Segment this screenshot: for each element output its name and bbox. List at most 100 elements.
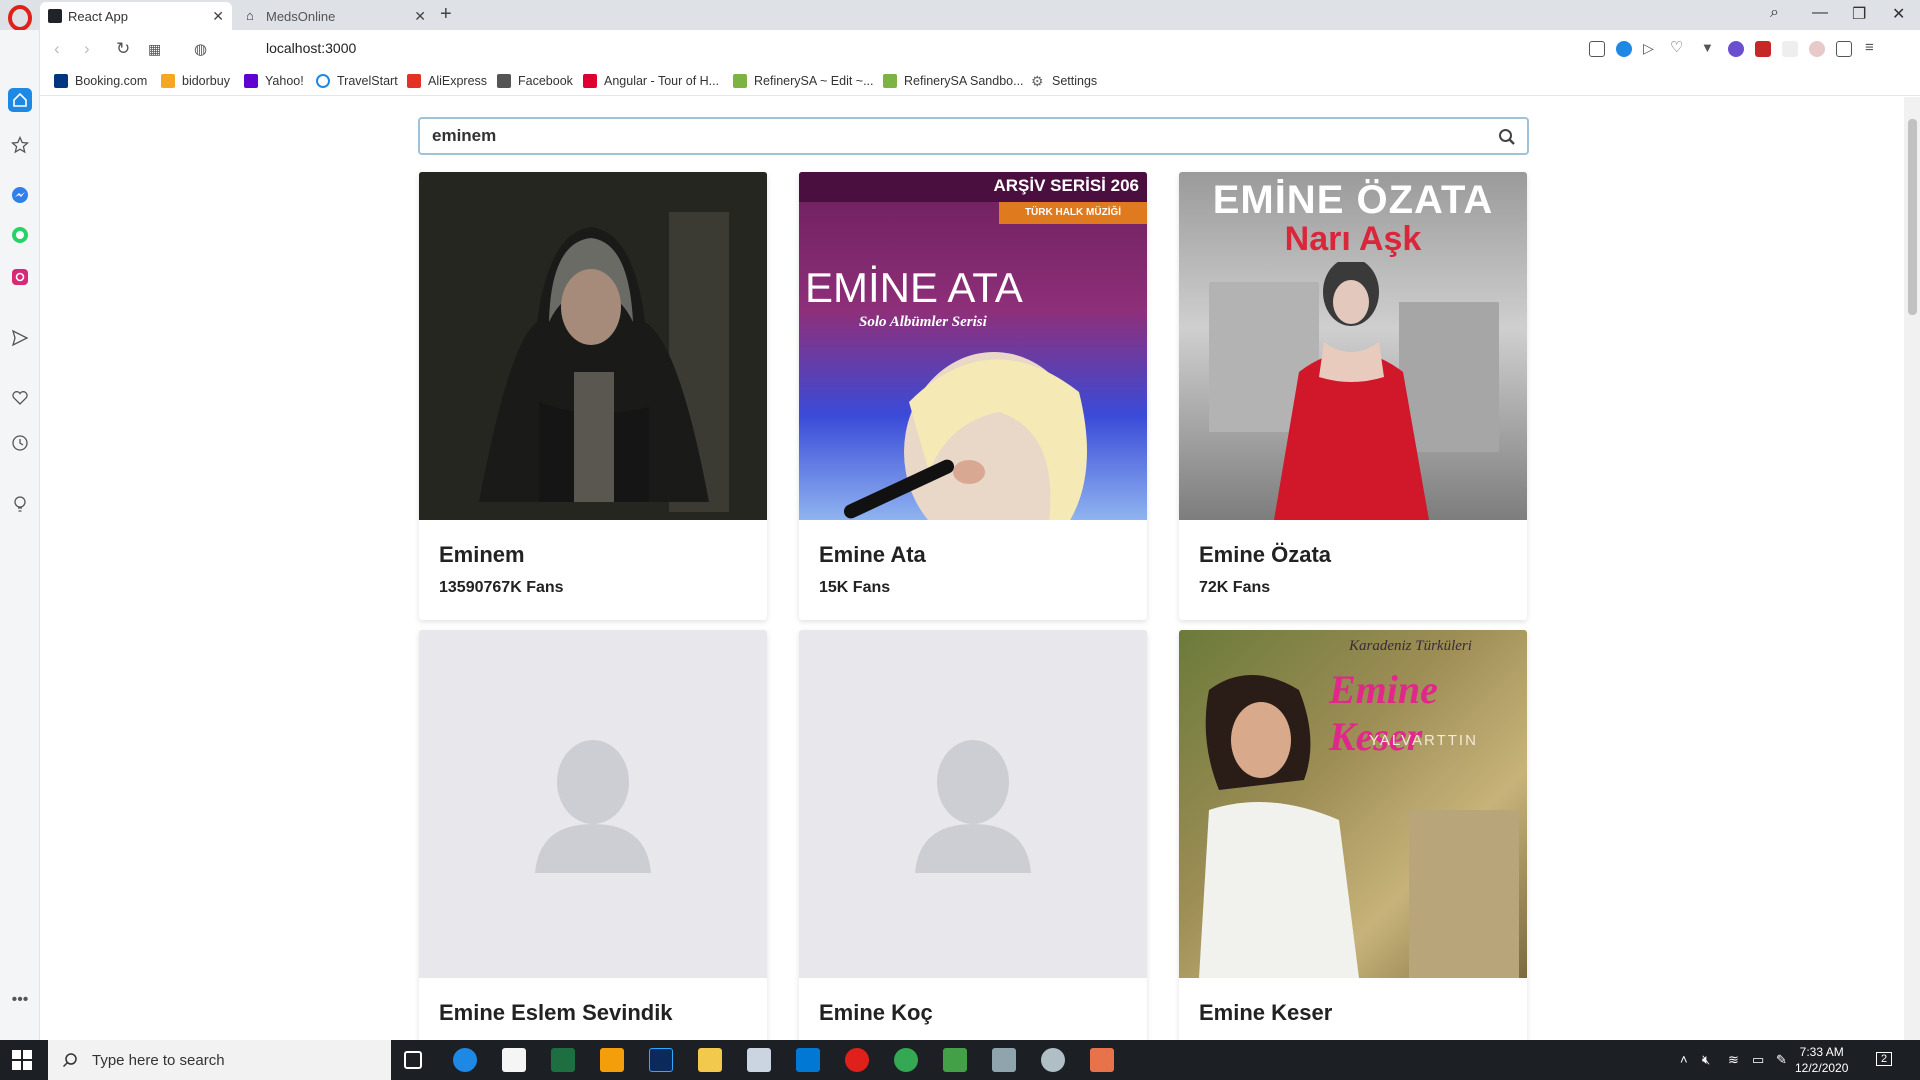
- photoshop-icon[interactable]: [649, 1048, 673, 1072]
- app-orange-icon[interactable]: [600, 1048, 624, 1072]
- wifi-icon[interactable]: ≋: [1728, 1052, 1739, 1068]
- bidorbuy-icon: [161, 74, 175, 88]
- store-icon[interactable]: [502, 1048, 526, 1072]
- vpn-icon[interactable]: [1616, 41, 1632, 57]
- vscode-icon[interactable]: [796, 1048, 820, 1072]
- battery-icon[interactable]: ▭: [1752, 1052, 1764, 1068]
- artist-name: Eminem: [439, 542, 525, 567]
- tab-search-icon[interactable]: ⌕: [1770, 4, 1779, 22]
- extension-v-icon[interactable]: ▼: [1701, 41, 1717, 57]
- refinery-icon: [733, 74, 747, 88]
- search-input[interactable]: [430, 123, 1470, 149]
- bookmark-label: TravelStart: [337, 74, 398, 88]
- history-clock-icon[interactable]: [8, 431, 32, 455]
- app-gray-icon[interactable]: [992, 1048, 1016, 1072]
- opera-logo-icon[interactable]: [6, 4, 34, 32]
- close-tab-icon[interactable]: ✕: [212, 8, 224, 25]
- yahoo-icon: [244, 74, 258, 88]
- bookmark-travelstart[interactable]: TravelStart: [316, 74, 398, 88]
- singer-illustration: [1209, 262, 1499, 520]
- search-icon[interactable]: [1497, 127, 1517, 147]
- reload-button[interactable]: ↻: [116, 39, 130, 59]
- app-cloud-icon[interactable]: [1041, 1048, 1065, 1072]
- tab-react-app[interactable]: React App ✕: [40, 2, 232, 30]
- tab-medsonline[interactable]: ⌂ MedsOnline ✕: [238, 2, 434, 30]
- scrollbar-thumb[interactable]: [1908, 119, 1917, 315]
- artist-card[interactable]: Emine Eslem Sevindik: [419, 630, 767, 1040]
- artist-fans: 13590767K Fans: [439, 579, 564, 596]
- bookmark-refinery-edit[interactable]: RefinerySA ~ Edit ~...: [733, 74, 874, 88]
- artist-fans: 15K Fans: [819, 579, 891, 596]
- speed-dial-icon[interactable]: ▦: [148, 41, 161, 58]
- instagram-icon[interactable]: [8, 265, 32, 289]
- bookmark-yahoo[interactable]: Yahoo!: [244, 74, 304, 88]
- send-icon[interactable]: ▷: [1643, 41, 1659, 57]
- send-icon[interactable]: [8, 326, 32, 350]
- artist-card[interactable]: ARŞİV SERİSİ 206 TÜRK HALK MÜZİĞİ EMİNE …: [799, 172, 1147, 620]
- taskbar-search-placeholder: Type here to search: [92, 1051, 225, 1069]
- forward-button[interactable]: ›: [84, 39, 90, 59]
- artist-name: Emine Ata: [819, 542, 926, 567]
- tab-title: MedsOnline: [266, 8, 336, 24]
- artist-name: Emine Koç: [819, 1000, 933, 1025]
- back-button[interactable]: ‹: [54, 39, 60, 59]
- cover-artist-name: EMİNE ÖZATA: [1212, 178, 1494, 222]
- bookmark-facebook[interactable]: Facebook: [497, 74, 573, 88]
- extension-gray-icon[interactable]: [1782, 41, 1798, 57]
- bookmark-booking[interactable]: Booking.com: [54, 74, 147, 88]
- lightbulb-icon[interactable]: [8, 492, 32, 516]
- volume-muted-icon[interactable]: 🔇︎: [1702, 1052, 1710, 1068]
- artist-card[interactable]: Eminem 13590767K Fans: [419, 172, 767, 620]
- app-red-icon[interactable]: [1090, 1048, 1114, 1072]
- menu-icon[interactable]: ≡: [1865, 40, 1881, 57]
- home-icon[interactable]: [8, 88, 32, 112]
- extension-pink-icon[interactable]: [1809, 41, 1825, 57]
- heart-icon[interactable]: [8, 386, 32, 410]
- messenger-icon[interactable]: [8, 183, 32, 207]
- document-icon: [497, 74, 511, 88]
- artist-fans: 72K Fans: [1199, 579, 1271, 596]
- windows-start-icon[interactable]: [12, 1050, 32, 1070]
- chrome-icon[interactable]: [894, 1048, 918, 1072]
- artist-card[interactable]: EMİNE ÖZATA Narı Aşk Emine Özata 72K Fan…: [1179, 172, 1527, 620]
- artist-card[interactable]: Emine Koç: [799, 630, 1147, 1040]
- refinery-icon: [883, 74, 897, 88]
- camera-icon[interactable]: [1589, 41, 1605, 57]
- close-tab-icon[interactable]: ✕: [414, 8, 426, 25]
- close-window-button[interactable]: ✕: [1892, 4, 1905, 24]
- bookmarks-bar: Booking.com bidorbuy Yahoo! TravelStart …: [40, 68, 1920, 96]
- extension-purple-icon[interactable]: [1728, 41, 1744, 57]
- file-explorer-icon[interactable]: [698, 1048, 722, 1072]
- bookmark-bidorbuy[interactable]: bidorbuy: [161, 74, 230, 88]
- bookmark-angular[interactable]: Angular - Tour of H...: [583, 74, 719, 88]
- edge-icon[interactable]: [453, 1048, 477, 1072]
- notepad-icon[interactable]: [943, 1048, 967, 1072]
- artist-photo: Karadeniz Türküleri Emine Keser YALVARTT…: [1179, 630, 1527, 978]
- notifications-icon[interactable]: 2: [1876, 1052, 1893, 1066]
- excel-icon[interactable]: [551, 1048, 575, 1072]
- speed-dial-star-icon[interactable]: [8, 133, 32, 157]
- bookmark-settings[interactable]: ⚙ Settings: [1031, 74, 1097, 88]
- bookmark-aliexpress[interactable]: AliExpress: [407, 74, 487, 88]
- page-scrollbar[interactable]: [1904, 97, 1920, 1040]
- extension-red-icon[interactable]: [1755, 41, 1771, 57]
- url-field[interactable]: localhost:3000: [266, 40, 356, 56]
- taskbar-search-box[interactable]: Type here to search: [48, 1040, 391, 1080]
- new-tab-button[interactable]: +: [440, 3, 452, 26]
- tray-chevron-icon[interactable]: ˄: [1680, 1052, 1688, 1067]
- minimize-button[interactable]: —: [1812, 4, 1828, 22]
- pen-icon[interactable]: ✎: [1776, 1052, 1787, 1068]
- artist-search-box[interactable]: [418, 117, 1529, 155]
- browser-tab-strip: React App ✕ ⌂ MedsOnline ✕ + ⌕ — ❐ ✕: [0, 0, 1920, 32]
- whatsapp-icon[interactable]: [8, 223, 32, 247]
- more-icon[interactable]: •••: [8, 988, 32, 1012]
- opera-taskbar-icon[interactable]: [845, 1048, 869, 1072]
- heart-icon[interactable]: ♡: [1670, 40, 1686, 57]
- artist-card[interactable]: Karadeniz Türküleri Emine Keser YALVARTT…: [1179, 630, 1527, 1040]
- restore-button[interactable]: ❐: [1852, 4, 1866, 24]
- taskbar-clock[interactable]: 7:33 AM 12/2/2020: [1795, 1044, 1848, 1076]
- cube-icon[interactable]: [1836, 41, 1852, 57]
- task-view-icon[interactable]: [404, 1051, 422, 1069]
- bookmark-refinery-sandbox[interactable]: RefinerySA Sandbo...: [883, 74, 1024, 88]
- mail-icon[interactable]: [747, 1048, 771, 1072]
